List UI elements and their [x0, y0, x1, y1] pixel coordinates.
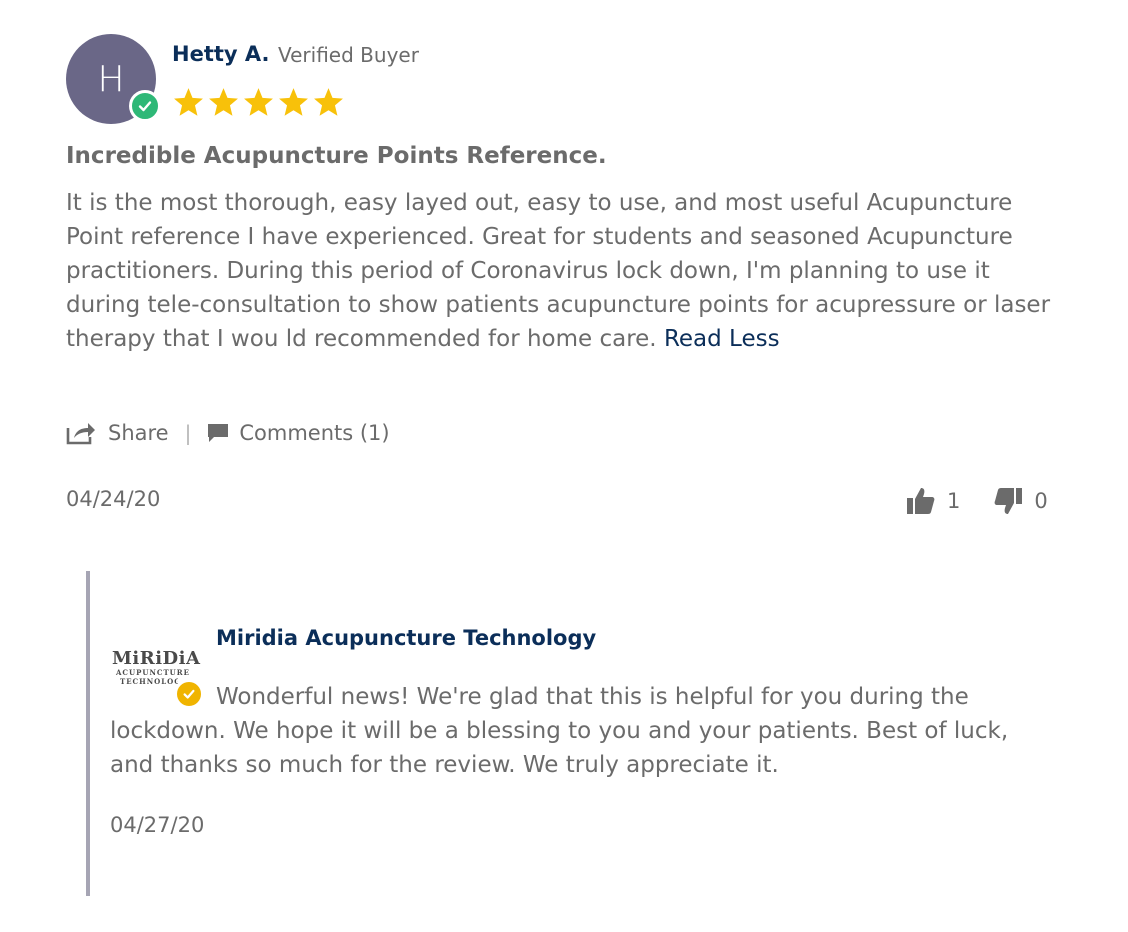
review-body: It is the most thorough, easy layed out,…: [66, 186, 1066, 356]
avatar-letter: H: [97, 58, 125, 100]
review-actions: Share | Comments (1): [66, 420, 390, 446]
comments-button[interactable]: Comments (1): [207, 421, 390, 445]
comment-icon: [208, 424, 229, 442]
star-icon: [174, 88, 203, 116]
thumbs-down-count: 0: [1034, 489, 1048, 513]
share-label: Share: [108, 421, 169, 445]
review-body-text: It is the most thorough, easy layed out,…: [66, 190, 1051, 352]
review-date: 04/24/20: [66, 487, 161, 511]
verified-check-icon: [129, 90, 161, 122]
thumbs-up-icon: [907, 488, 935, 514]
star-rating: [172, 86, 345, 119]
star-icon: [279, 88, 308, 116]
review-title: Incredible Acupuncture Points Reference.: [66, 143, 607, 169]
reply-author: Miridia Acupuncture Technology: [216, 626, 597, 650]
reply-text: Wonderful news! We're glad that this is …: [110, 684, 1009, 778]
share-button[interactable]: Share: [66, 420, 169, 446]
reply-date: 04/27/20: [110, 813, 205, 837]
star-icon: [244, 88, 273, 116]
reviewer-name: Hetty A.: [172, 42, 270, 66]
company-logo-subtext: ACUPUNCTURE: [116, 668, 190, 677]
star-icon: [209, 88, 238, 116]
share-icon: [66, 423, 95, 445]
thumbs-down-icon: [994, 488, 1023, 514]
thumbs-down-button[interactable]: 0: [992, 485, 1048, 517]
thumbs-up-count: 1: [947, 489, 961, 513]
verified-buyer-label: Verified Buyer: [278, 43, 419, 67]
vote-controls: 1 0: [905, 485, 1048, 517]
thumbs-up-button[interactable]: 1: [905, 485, 960, 517]
read-less-link[interactable]: Read Less: [664, 326, 780, 352]
comments-label: Comments (1): [239, 421, 390, 445]
star-icon: [314, 88, 343, 116]
reply-divider-bar: [86, 571, 90, 896]
company-logo-text: MiRiDiA: [112, 648, 201, 669]
action-separator: |: [184, 421, 192, 445]
